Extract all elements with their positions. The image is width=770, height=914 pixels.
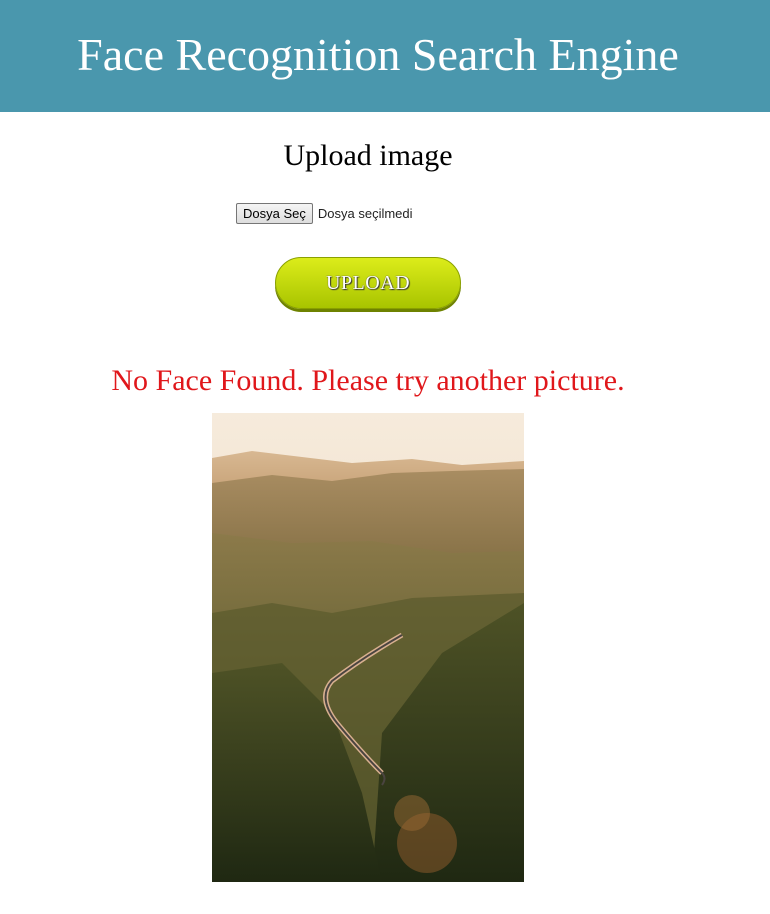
choose-file-button[interactable]: Dosya Seç xyxy=(236,202,313,224)
upload-button[interactable]: UPLOAD xyxy=(275,257,461,309)
header-bar: Face Recognition Search Engine xyxy=(0,0,770,112)
file-input[interactable]: Dosya Seç Dosya seçilmedi xyxy=(236,202,413,224)
file-status-label: Dosya seçilmedi xyxy=(317,205,413,221)
upload-heading: Upload image xyxy=(283,139,453,172)
landscape-photo-graphic xyxy=(212,413,524,882)
uploaded-photo xyxy=(212,413,524,882)
page-title: Face Recognition Search Engine xyxy=(77,29,679,80)
no-face-message: No Face Found. Please try another pictur… xyxy=(111,364,625,397)
